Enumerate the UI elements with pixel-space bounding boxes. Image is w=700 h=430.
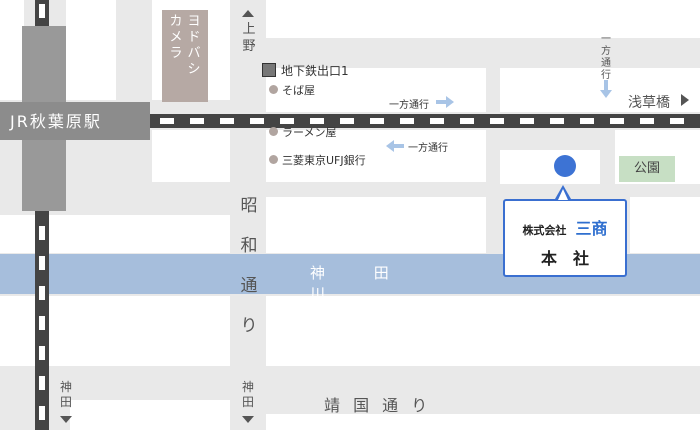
block [70,400,230,430]
one-way-label-south: 一方通行 [601,34,611,81]
showa-dori-label: 昭和通り [240,196,258,336]
building-name-line1: ヨドバシ [187,14,201,77]
company-brand: 三商 [575,219,608,238]
location-pin-icon [554,155,576,177]
block [266,296,700,366]
poi-dot-icon [269,127,278,136]
one-way-label-west: 一方通行 [408,143,448,154]
park: 公園 [619,156,675,182]
direction-triangle-icon [681,94,689,106]
subway-exit-square-icon [262,63,276,77]
area-map: ヨドバシ カメラ 神 田 川 JR秋葉原駅 上野 地下鉄出口1 そば屋 ラーメン… [0,0,700,430]
asakusabashi-label: 浅草橋 [628,95,670,111]
block [266,0,700,38]
direction-triangle-icon [242,416,254,423]
hq-label: 本 社 [540,249,589,268]
block [266,414,700,430]
one-way-label-east: 一方通行 [389,100,429,111]
block [630,197,700,253]
block [152,130,230,182]
yasukuni-dori-label: 靖 国 通 り [324,396,432,415]
poi-soba: そば屋 [282,84,315,97]
one-way-arrow-icon [386,140,404,152]
block [66,0,116,100]
poi-dot-icon [269,85,278,94]
yodobashi-camera-building: ヨドバシ カメラ [162,10,208,102]
direction-triangle-icon [242,10,254,17]
kanda-label-right: 神田 [241,380,254,409]
callout-pointer-fill [558,189,568,200]
block [0,0,24,100]
hq-company-row: 株式会社 三商 [505,215,625,239]
block [266,197,486,253]
hq-callout: 株式会社 三商 本 社 [503,199,627,277]
poi-ramen: ラーメン屋 [282,126,337,139]
jr-rail-horizontal [150,114,700,128]
poi-bank: 三菱東京UFJ銀行 [282,154,366,167]
subway-exit-label: 地下鉄出口1 [281,64,349,78]
poi-dot-icon [269,155,278,164]
block [500,150,600,184]
one-way-arrow-icon [600,80,612,98]
company-type: 株式会社 [522,224,567,237]
station-label: JR秋葉原駅 [10,112,102,131]
building-name-line2: カメラ [169,14,183,61]
kanda-label-left: 神田 [59,380,72,409]
river-label: 神 田 川 [310,264,411,303]
direction-triangle-icon [60,416,72,423]
ueno-label: 上野 [242,22,256,54]
one-way-arrow-icon [436,96,454,108]
